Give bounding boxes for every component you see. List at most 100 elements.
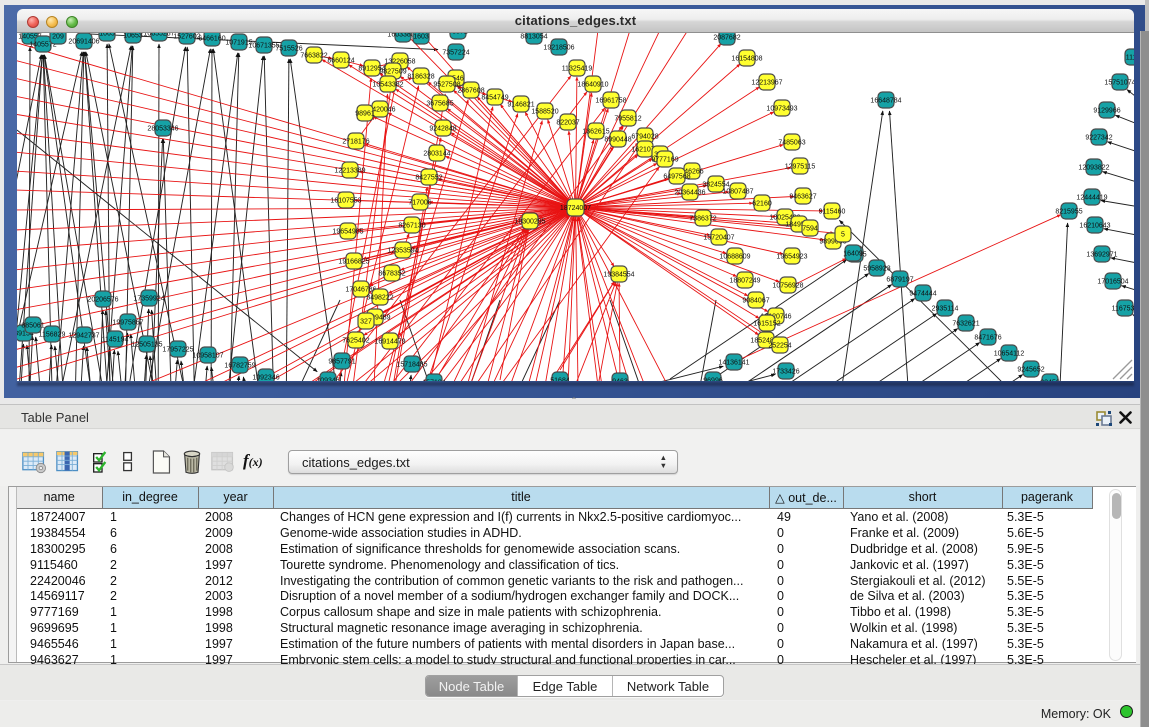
- svg-text:12942737: 12942737: [68, 333, 99, 340]
- svg-text:6497568: 6497568: [663, 174, 690, 181]
- svg-text:16107553: 16107553: [330, 198, 361, 205]
- svg-text:8454749: 8454749: [481, 95, 508, 102]
- svg-text:3824554: 3824554: [702, 182, 729, 189]
- svg-text:10653: 10653: [123, 33, 143, 40]
- svg-text:7594: 7594: [802, 226, 818, 233]
- svg-text:157184: 157184: [422, 380, 445, 382]
- svg-text:8660124: 8660124: [327, 58, 354, 65]
- svg-text:7485063: 7485063: [778, 140, 805, 147]
- svg-text:9245652: 9245652: [1017, 367, 1044, 374]
- svg-text:209: 209: [52, 34, 64, 41]
- svg-text:9146821: 9146821: [507, 102, 534, 109]
- svg-text:9857791: 9857791: [328, 359, 355, 366]
- svg-text:12353594: 12353594: [387, 248, 418, 255]
- svg-text:15751074: 15751074: [1104, 80, 1134, 87]
- svg-text:18300295: 18300295: [514, 219, 545, 226]
- svg-text:2867608: 2867608: [457, 88, 484, 95]
- svg-text:16154808: 16154808: [731, 56, 762, 63]
- svg-text:13692971: 13692971: [1086, 252, 1117, 259]
- svg-text:8186328: 8186328: [407, 74, 434, 81]
- svg-text:6879197: 6879197: [886, 277, 913, 284]
- svg-text:252254: 252254: [768, 343, 791, 350]
- svg-text:9463627: 9463627: [789, 194, 816, 201]
- svg-text:1362615: 1362615: [582, 129, 609, 136]
- svg-text:19384554: 19384554: [603, 272, 634, 279]
- svg-text:14136141: 14136141: [718, 360, 749, 367]
- svg-text:19654923: 19654923: [776, 254, 807, 261]
- svg-text:9084067: 9084067: [742, 298, 769, 305]
- svg-text:8813054: 8813054: [520, 34, 547, 41]
- svg-text:1603: 1603: [413, 34, 429, 41]
- svg-text:9474444: 9474444: [909, 291, 936, 298]
- svg-text:1065: 1065: [99, 33, 115, 38]
- svg-text:9827509: 9827509: [379, 69, 406, 76]
- svg-text:11325419: 11325419: [562, 66, 593, 73]
- svg-text:9777169: 9777169: [651, 157, 678, 164]
- svg-text:1092346: 1092346: [252, 375, 279, 382]
- svg-text:8990448: 8990448: [604, 137, 631, 144]
- svg-text:3675685: 3675685: [426, 101, 453, 108]
- svg-text:5958923: 5958923: [863, 266, 890, 273]
- svg-text:9242848: 9242848: [429, 126, 456, 133]
- svg-text:10973493: 10973493: [766, 106, 797, 113]
- svg-text:885061: 885061: [21, 323, 44, 330]
- svg-text:1615152: 1615152: [753, 321, 780, 328]
- svg-text:18807249: 18807249: [729, 278, 760, 285]
- svg-text:12975115: 12975115: [785, 164, 816, 171]
- svg-text:9463: 9463: [612, 379, 628, 382]
- svg-text:15720407: 15720407: [703, 235, 734, 242]
- svg-text:12444419: 12444419: [1076, 195, 1107, 202]
- svg-text:1527602: 1527602: [173, 34, 200, 41]
- svg-text:18724007: 18724007: [560, 205, 591, 212]
- svg-text:717006: 717006: [408, 200, 431, 207]
- svg-text:98961: 98961: [355, 111, 375, 118]
- svg-text:8267130: 8267130: [398, 223, 425, 230]
- svg-text:1145194: 1145194: [102, 337, 129, 344]
- svg-text:5: 5: [841, 232, 845, 239]
- svg-text:16648784: 16648784: [870, 98, 901, 105]
- svg-text:1156829: 1156829: [39, 332, 66, 339]
- svg-text:10756928: 10756928: [772, 283, 803, 290]
- svg-text:10654112: 10654112: [994, 351, 1025, 358]
- svg-text:2935114: 2935114: [932, 306, 959, 313]
- svg-text:19975867: 19975867: [112, 320, 143, 327]
- svg-text:16409: 16409: [843, 251, 863, 258]
- svg-text:109346: 109346: [316, 378, 339, 382]
- svg-text:7955812: 7955812: [614, 116, 641, 123]
- svg-text:1117: 1117: [1126, 55, 1134, 62]
- svg-text:9129966: 9129966: [1093, 108, 1120, 115]
- svg-text:2087682: 2087682: [713, 35, 740, 42]
- svg-text:6794028: 6794028: [631, 134, 658, 141]
- svg-text:16914479: 16914479: [374, 339, 405, 346]
- svg-text:17957225: 17957225: [162, 347, 193, 354]
- svg-text:6466160: 6466160: [198, 36, 225, 43]
- svg-text:8678352: 8678352: [378, 271, 405, 278]
- svg-text:7632621: 7632621: [952, 321, 979, 328]
- svg-text:16961758: 16961758: [595, 98, 626, 105]
- svg-text:2718176: 2718176: [342, 139, 369, 146]
- svg-text:9227342: 9227342: [1085, 135, 1112, 142]
- svg-text:7357224: 7357224: [442, 50, 469, 57]
- svg-text:62160: 62160: [752, 201, 772, 208]
- svg-text:8471676: 8471676: [974, 335, 1001, 342]
- svg-text:17359924: 17359924: [133, 296, 164, 303]
- svg-text:7515526: 7515526: [275, 46, 302, 53]
- svg-text:10807487: 10807487: [722, 189, 753, 196]
- svg-text:7386372: 7386372: [689, 216, 716, 223]
- svg-text:7625402: 7625402: [342, 338, 369, 345]
- svg-text:28053346: 28053346: [147, 126, 178, 133]
- svg-text:1733426: 1733426: [772, 369, 799, 376]
- svg-text:12093822: 12093822: [1078, 165, 1109, 172]
- svg-text:10958107: 10958107: [192, 353, 223, 360]
- svg-text:327: 327: [360, 319, 372, 326]
- svg-text:51684: 51684: [550, 378, 570, 382]
- svg-text:1167533: 1167533: [1112, 306, 1134, 313]
- svg-text:20691406: 20691406: [68, 39, 99, 46]
- svg-text:16210643: 16210643: [1079, 223, 1110, 230]
- svg-text:12505135: 12505135: [131, 342, 162, 349]
- svg-text:19654985: 19654985: [332, 229, 363, 236]
- svg-text:20364436: 20364436: [674, 190, 705, 197]
- svg-text:10543382: 10543382: [372, 82, 403, 89]
- svg-text:822037: 822037: [556, 120, 579, 127]
- svg-text:10688609: 10688609: [719, 254, 750, 261]
